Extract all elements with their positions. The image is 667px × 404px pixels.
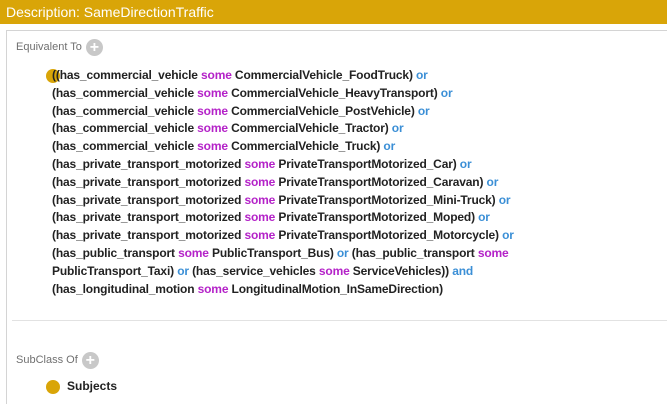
expression-keyword: some — [477, 245, 509, 260]
expression-keyword: some — [197, 85, 228, 100]
expression-text: PrivateTransportMotorized_Caravan) — [275, 174, 487, 189]
expression-keyword: some — [244, 210, 276, 225]
expression-text: CommercialVehicle_Truck) — [227, 139, 384, 154]
expression-keyword: some — [244, 192, 276, 207]
expression-text: CommercialVehicle_Tractor) — [227, 121, 392, 136]
expression-line: (has_private_transport_motorized some Pr… — [52, 227, 662, 245]
expression-keyword: some — [244, 174, 276, 189]
expression-text: PrivateTransportMotorized_Car) — [275, 156, 460, 171]
description-title-bar: Description: SameDirectionTraffic — [0, 0, 667, 24]
subclass-of-label: SubClass Of — [16, 354, 78, 366]
expression-text: (has_private_transport_motorized — [52, 210, 245, 225]
expression-line: (has_private_transport_motorized some Pr… — [52, 209, 662, 227]
expression-text: (has_commercial_vehicle — [52, 139, 198, 154]
expression-text: (has_public_transport — [348, 245, 478, 260]
expression-text: CommercialVehicle_HeavyTransport) — [227, 85, 441, 100]
expression-text: (has_private_transport_motorized — [52, 174, 245, 189]
expression-text: PrivateTransportMotorized_Moped) — [275, 210, 479, 225]
expression-text: (has_service_vehicles — [188, 263, 319, 278]
expression-keyword: or — [502, 228, 514, 243]
expression-text: ((has_commercial_vehicle — [52, 68, 201, 82]
expression-text: (has_private_transport_motorized — [52, 156, 245, 171]
equivalent-class-expression[interactable]: ((has_commercial_vehicle some Commercial… — [52, 67, 662, 298]
expression-keyword: or — [486, 174, 499, 189]
expression-keyword: or — [391, 121, 404, 136]
expression-keyword: or — [478, 210, 490, 225]
expression-text: (has_longitudinal_motion — [52, 281, 198, 296]
expression-keyword: or — [417, 103, 430, 118]
expression-line: (has_commercial_vehicle some CommercialV… — [52, 103, 662, 121]
expression-text: ServiceVehicles)) — [349, 263, 453, 278]
expression-text: (has_commercial_vehicle — [52, 85, 198, 100]
expression-line: (has_private_transport_motorized some Pr… — [52, 192, 662, 210]
expression-text: (has_commercial_vehicle — [52, 103, 198, 118]
superclass-item-subjects[interactable]: Subjects — [67, 379, 117, 393]
expression-keyword: or — [440, 85, 453, 100]
expression-line: (has_commercial_vehicle some CommercialV… — [52, 138, 662, 156]
expression-keyword: some — [197, 139, 228, 154]
expression-text: PublicTransport_Bus) — [208, 245, 337, 260]
subclass-of-header: SubClass Of + — [16, 351, 99, 369]
expression-text: LongitudinalMotion_InSameDirection) — [228, 281, 444, 296]
expression-keyword: some — [197, 103, 228, 118]
expression-text: (has_private_transport_motorized — [52, 192, 245, 207]
class-icon — [46, 380, 60, 394]
window-title: Description: SameDirectionTraffic — [6, 4, 214, 20]
expression-text: PrivateTransportMotorized_Motorcycle) — [275, 228, 503, 243]
expression-keyword: or — [498, 192, 511, 207]
expression-text: PublicTransport_Taxi) — [52, 263, 178, 278]
expression-keyword: or — [336, 245, 349, 260]
expression-line: PublicTransport_Taxi) or (has_service_ve… — [52, 263, 662, 281]
expression-keyword: or — [383, 139, 396, 154]
expression-keyword: or — [459, 156, 472, 171]
expression-keyword: some — [244, 228, 276, 243]
expression-line: (has_private_transport_motorized some Pr… — [52, 174, 662, 192]
expression-keyword: some — [197, 121, 228, 136]
expression-keyword: some — [318, 263, 350, 278]
expression-line: (has_commercial_vehicle some CommercialV… — [52, 85, 662, 103]
expression-keyword: some — [244, 156, 276, 171]
expression-line: ((has_commercial_vehicle some Commercial… — [52, 67, 662, 85]
expression-line: (has_private_transport_motorized some Pr… — [52, 156, 662, 174]
expression-keyword: some — [178, 245, 209, 260]
expression-text: (has_private_transport_motorized — [52, 228, 245, 243]
expression-keyword: or — [415, 68, 428, 82]
expression-text: CommercialVehicle_PostVehicle) — [227, 103, 418, 118]
expression-text: PrivateTransportMotorized_Mini-Truck) — [275, 192, 499, 207]
expression-keyword: some — [201, 68, 232, 82]
expression-text: (has_commercial_vehicle — [52, 121, 198, 136]
expression-keyword: or — [177, 263, 189, 278]
expression-line: (has_public_transport some PublicTranspo… — [52, 245, 662, 263]
expression-keyword: some — [197, 281, 229, 296]
expression-text: CommercialVehicle_FoodTruck) — [231, 68, 416, 82]
add-superclass-button[interactable]: + — [81, 351, 99, 369]
expression-line: (has_commercial_vehicle some CommercialV… — [52, 120, 662, 138]
expression-text: (has_public_transport — [52, 245, 179, 260]
expression-line: (has_longitudinal_motion some Longitudin… — [52, 281, 662, 299]
expression-keyword: and — [452, 263, 474, 278]
